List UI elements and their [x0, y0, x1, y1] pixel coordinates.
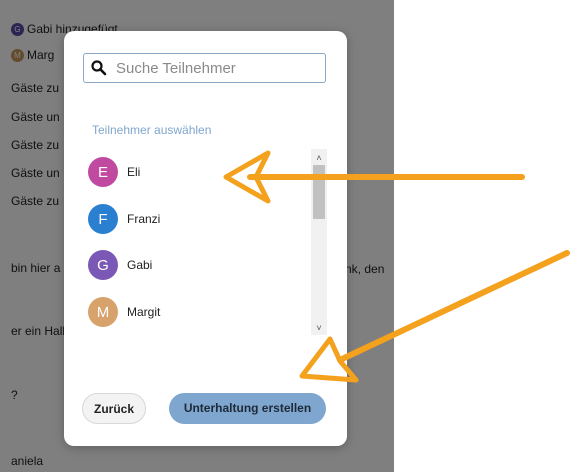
- arrow-to-eli-icon: [223, 150, 525, 204]
- annotation-arrows: [223, 150, 570, 383]
- arrow-to-create-button-icon: [299, 250, 570, 383]
